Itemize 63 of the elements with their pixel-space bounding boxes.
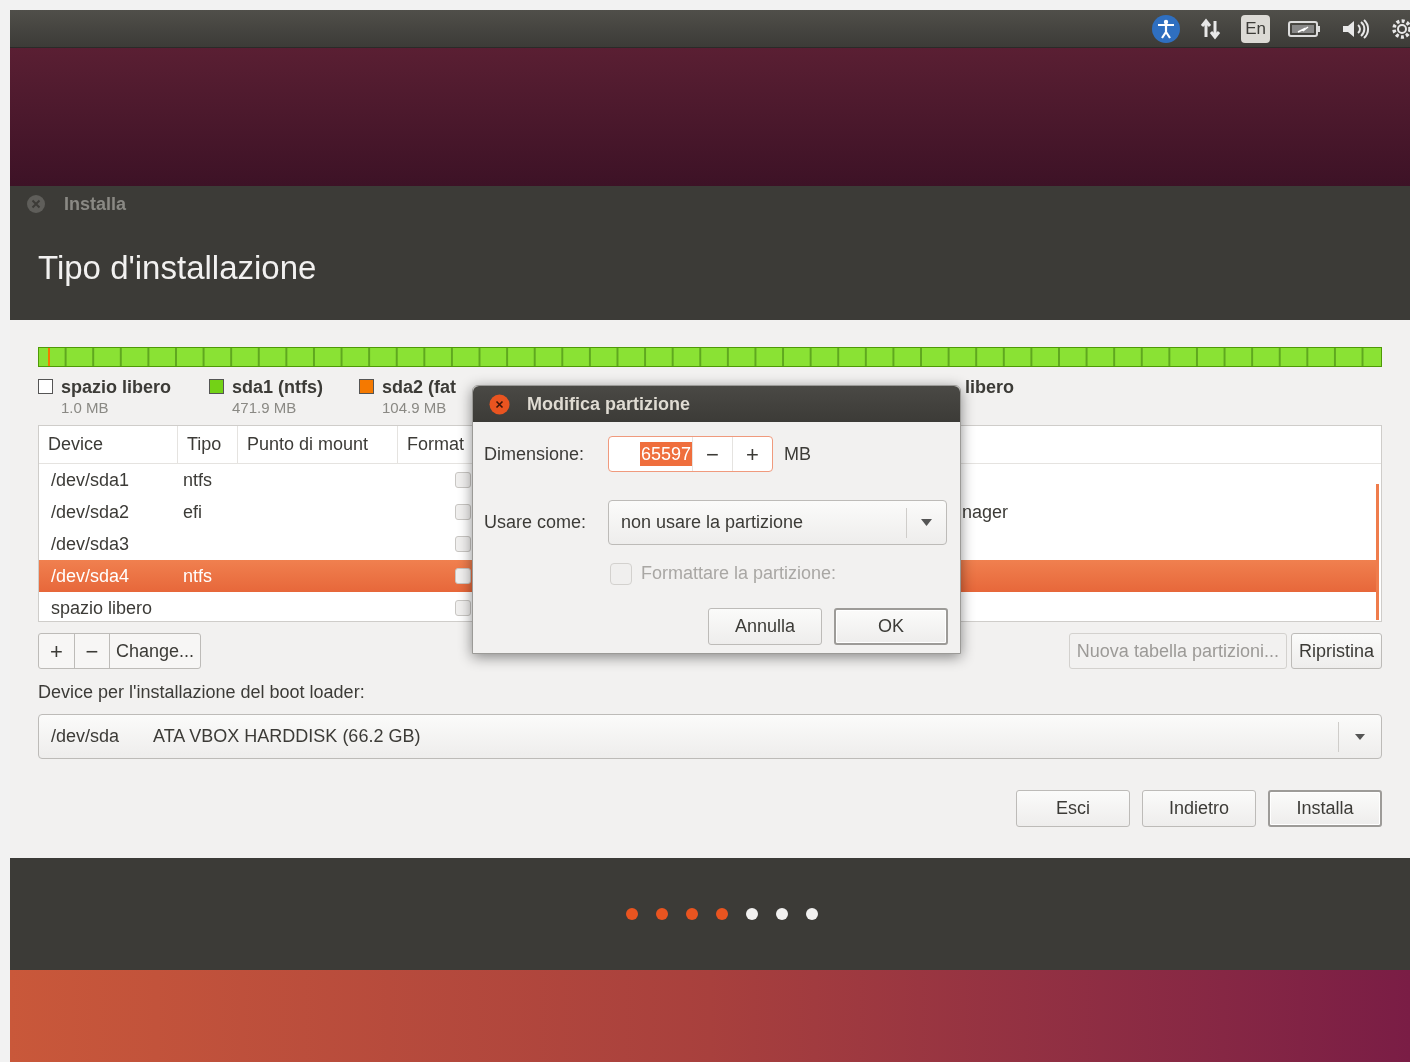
dropdown-arrow-icon xyxy=(921,519,932,526)
use-as-label: Usare come: xyxy=(484,511,588,534)
size-spinbox[interactable]: 65597 − + xyxy=(608,436,773,472)
table-cell-text: nager xyxy=(962,500,1009,524)
decrement-button[interactable]: − xyxy=(692,437,732,471)
table-cell-text: ntfs xyxy=(182,564,213,588)
close-icon[interactable] xyxy=(489,393,510,415)
format-checkbox[interactable] xyxy=(455,568,471,584)
table-cell-text: /dev/sda3 xyxy=(50,532,131,556)
table-cell-text: /dev/sda1 xyxy=(50,468,131,492)
table-cell-text: /dev/sda2 xyxy=(50,500,131,524)
boot-loader-label: Device per l'installazione del boot loader: xyxy=(38,681,366,704)
legend-label: sda2 (fat xyxy=(382,376,457,398)
format-checkbox[interactable] xyxy=(455,472,471,488)
table-cell-text: ntfs xyxy=(182,468,213,492)
format-checkbox[interactable] xyxy=(455,600,471,616)
legend-size: 1.0 MB xyxy=(61,398,110,418)
boot-device-description: ATA VBOX HARDDISK (66.2 GB) xyxy=(153,725,422,748)
column-header[interactable]: Punto di mount xyxy=(238,426,398,463)
legend-label: sda1 (ntfs) xyxy=(232,376,323,398)
size-label: Dimensione: xyxy=(484,442,586,466)
remove-button[interactable]: − xyxy=(74,634,109,668)
table-row[interactable]: /dev/sda2 efi xyxy=(39,496,472,528)
column-header[interactable]: Device xyxy=(39,426,178,463)
format-checkbox[interactable] xyxy=(455,504,471,520)
change-button[interactable]: Change... xyxy=(109,634,201,668)
reset-button[interactable]: Ripristina xyxy=(1290,633,1382,669)
table-row[interactable]: /dev/sda3 xyxy=(39,528,472,560)
table-cell-text: efi xyxy=(182,500,203,524)
legend-label: spazio libero xyxy=(61,376,172,398)
close-icon[interactable] xyxy=(26,194,46,214)
legend-size: 471.9 MB xyxy=(232,398,298,418)
nav-button[interactable]: Esci xyxy=(1016,790,1130,827)
column-header[interactable]: Tipo xyxy=(178,426,238,463)
battery-icon[interactable] xyxy=(1288,19,1322,38)
legend-size: 104.9 MB xyxy=(382,398,448,418)
boot-loader-dropdown[interactable]: /dev/sda ATA VBOX HARDDISK (66.2 GB) xyxy=(38,714,1382,759)
add-button[interactable]: + xyxy=(39,634,74,668)
dialog-button[interactable]: OK xyxy=(834,608,948,645)
table-row[interactable]: spazio libero xyxy=(39,592,472,624)
accessibility-icon[interactable] xyxy=(1151,13,1182,44)
boot-device: /dev/sda xyxy=(51,725,121,748)
table-cell-text: spazio libero xyxy=(50,596,154,620)
dialog-title: Modifica partizione xyxy=(527,392,690,416)
dropdown-arrow-icon xyxy=(1354,732,1366,741)
nav-button[interactable]: Installa xyxy=(1268,790,1382,827)
nav-button[interactable]: Indietro xyxy=(1142,790,1256,827)
page-heading: Tipo d'installazione xyxy=(38,248,317,289)
table-row[interactable]: nager xyxy=(961,496,1376,528)
format-label: Formattare la partizione: xyxy=(641,562,837,585)
legend-label: libero xyxy=(965,376,1014,398)
keyboard-indicator[interactable]: En xyxy=(1241,14,1270,43)
free-space-marker xyxy=(48,348,50,366)
volume-icon[interactable] xyxy=(1340,16,1370,41)
window-title: Installa xyxy=(64,192,127,216)
increment-button[interactable]: + xyxy=(732,437,772,471)
table-row[interactable]: /dev/sda1 ntfs xyxy=(39,464,472,496)
format-checkbox[interactable] xyxy=(455,536,471,552)
dialog-button[interactable]: Annulla xyxy=(708,608,822,645)
unit-label: MB xyxy=(784,442,811,466)
use-as-dropdown[interactable]: non usare la partizione xyxy=(608,500,947,545)
use-as-value: non usare la partizione xyxy=(621,511,805,534)
table-cell-text: /dev/sda4 xyxy=(50,564,131,588)
